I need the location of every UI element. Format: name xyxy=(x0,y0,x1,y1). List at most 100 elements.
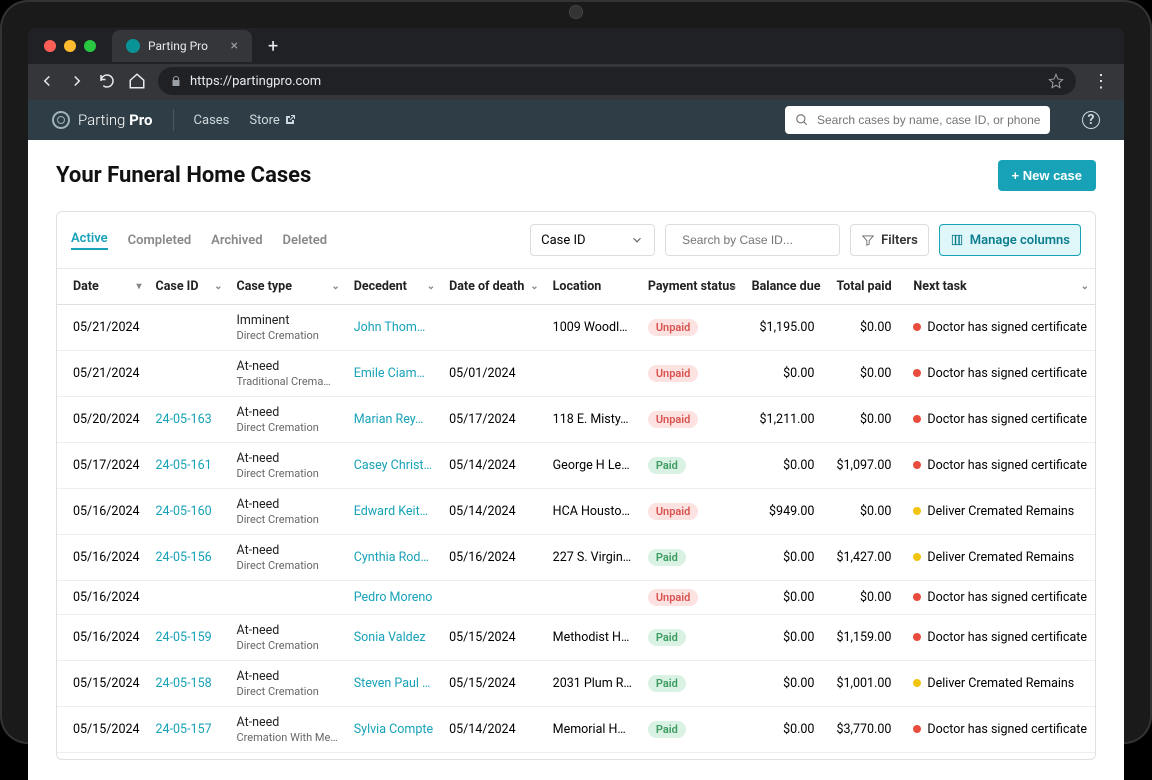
nav-store-label: Store xyxy=(249,113,279,128)
nav-store[interactable]: Store xyxy=(249,113,295,128)
new-case-button[interactable]: + New case xyxy=(998,160,1096,191)
cell-decedent: Pedro Moreno xyxy=(346,581,441,615)
window-close-icon[interactable] xyxy=(44,40,56,52)
filters-button[interactable]: Filters xyxy=(850,224,929,256)
decedent-link[interactable]: Marian Rey… xyxy=(354,412,424,427)
th-location[interactable]: Location xyxy=(545,269,640,305)
global-search-input[interactable] xyxy=(817,113,1040,127)
table-row[interactable]: 05/16/202424-05-159At-needDirect Cremati… xyxy=(57,615,1095,661)
table-row[interactable]: 05/14/202424-05-163At-needDirect Cremati… xyxy=(57,753,1095,760)
th-date-of-death[interactable]: Date of death⌄ xyxy=(441,269,545,305)
cell-date: 05/14/2024 xyxy=(57,753,148,760)
reload-icon[interactable] xyxy=(98,72,116,90)
brand-logo[interactable]: Parting Pro xyxy=(52,111,153,129)
window-minimize-icon[interactable] xyxy=(64,40,76,52)
table-search-input[interactable] xyxy=(682,233,837,247)
cell-balance: $0.00 xyxy=(744,535,829,581)
overflow-menu-icon[interactable]: ⋮ xyxy=(1088,71,1114,92)
global-search[interactable] xyxy=(785,106,1050,134)
home-icon[interactable] xyxy=(128,72,146,90)
case-id-link[interactable]: 24-05-161 xyxy=(156,458,212,473)
decedent-link[interactable]: Emile Ciam… xyxy=(354,366,425,381)
case-id-link[interactable]: 24-05-157 xyxy=(156,722,212,737)
forward-icon[interactable] xyxy=(68,72,86,90)
cell-balance: $0.00 xyxy=(744,707,829,753)
cell-case-id: 24-05-159 xyxy=(148,615,229,661)
cell-balance: $1,211.00 xyxy=(744,397,829,443)
table-row[interactable]: 05/15/202424-05-157At-needCremation With… xyxy=(57,707,1095,753)
cell-death: 05/15/2024 xyxy=(441,615,545,661)
search-field-select[interactable]: Case ID xyxy=(530,224,655,256)
window-maximize-icon[interactable] xyxy=(84,40,96,52)
priority-dot-icon xyxy=(913,553,921,561)
case-subtype: Direct Cremation xyxy=(237,559,338,572)
device-camera-dot xyxy=(570,6,582,18)
manage-columns-button[interactable]: Manage columns xyxy=(939,224,1081,256)
th-decedent[interactable]: Decedent⌄ xyxy=(346,269,441,305)
address-bar[interactable]: https://partingpro.com xyxy=(158,67,1076,95)
cell-case-id: 24-05-163 xyxy=(148,753,229,760)
nav-cases[interactable]: Cases xyxy=(194,113,230,128)
status-badge: Paid xyxy=(648,629,686,646)
priority-dot-icon xyxy=(913,633,921,641)
case-id-link[interactable]: 24-05-158 xyxy=(156,676,212,691)
cell-date: 05/15/2024 xyxy=(57,707,148,753)
th-case-id[interactable]: Case ID⌄ xyxy=(148,269,229,305)
back-icon[interactable] xyxy=(38,72,56,90)
table-row[interactable]: 05/16/2024Pedro MorenoUnpaid$0.00$0.00Do… xyxy=(57,581,1095,615)
case-id-link[interactable]: 24-05-156 xyxy=(156,550,212,565)
decedent-link[interactable]: John Thom… xyxy=(354,320,425,335)
table-row[interactable]: 05/17/202424-05-161At-needDirect Cremati… xyxy=(57,443,1095,489)
status-badge: Paid xyxy=(648,457,686,474)
tab-active[interactable]: Active xyxy=(71,231,108,250)
cell-case-type: At-needDirect Cremation xyxy=(229,443,346,489)
tab-completed[interactable]: Completed xyxy=(128,233,192,248)
table-row[interactable]: 05/15/202424-05-158At-needDirect Cremati… xyxy=(57,661,1095,707)
th-total-paid[interactable]: Total paid xyxy=(828,269,905,305)
th-payment-status[interactable]: Payment status⌄ xyxy=(640,269,744,305)
th-case-type[interactable]: Case type⌄ xyxy=(229,269,346,305)
tab-archived[interactable]: Archived xyxy=(211,233,262,248)
cell-date: 05/15/2024 xyxy=(57,661,148,707)
table-row[interactable]: 05/20/202424-05-163At-needDirect Cremati… xyxy=(57,397,1095,443)
th-balance[interactable]: Balance due xyxy=(744,269,829,305)
case-id-link[interactable]: 24-05-163 xyxy=(156,412,212,427)
table-row[interactable]: 05/21/2024ImminentDirect CremationJohn T… xyxy=(57,305,1095,351)
help-icon[interactable]: ? xyxy=(1082,111,1100,129)
bookmark-star-icon[interactable] xyxy=(1048,73,1064,89)
decedent-link[interactable]: Casey Christ… xyxy=(354,458,432,473)
table-row[interactable]: 05/21/2024At-needTraditional Crema…Emile… xyxy=(57,351,1095,397)
decedent-link[interactable]: Pedro Moreno xyxy=(354,590,433,605)
status-badge: Paid xyxy=(648,675,686,692)
new-tab-button[interactable]: + xyxy=(260,36,286,57)
case-id-link[interactable]: 24-05-159 xyxy=(156,630,212,645)
decedent-link[interactable]: Cynthia Rod… xyxy=(354,550,429,565)
browser-tab[interactable]: Parting Pro × xyxy=(112,30,252,62)
status-badge: Unpaid xyxy=(648,411,699,428)
cell-case-id: 24-05-157 xyxy=(148,707,229,753)
table-row[interactable]: 05/16/202424-05-156At-needDirect Cremati… xyxy=(57,535,1095,581)
table-row[interactable]: 05/16/202424-05-160At-needDirect Cremati… xyxy=(57,489,1095,535)
decedent-link[interactable]: Edward Keit… xyxy=(354,504,428,519)
tab-deleted[interactable]: Deleted xyxy=(283,233,328,248)
cell-case-type: At-needDirect Cremation xyxy=(229,615,346,661)
decedent-link[interactable]: Sonia Valdez xyxy=(354,630,426,645)
cell-case-type: At-needDirect Cremation xyxy=(229,535,346,581)
table-search[interactable] xyxy=(665,224,840,256)
cell-case-type: ImminentDirect Cremation xyxy=(229,305,346,351)
th-next-task[interactable]: Next task⌄ xyxy=(905,269,1095,305)
cell-decedent: Edward Keit… xyxy=(346,489,441,535)
cell-decedent: Sonia Valdez xyxy=(346,615,441,661)
th-date[interactable]: Date▾ xyxy=(57,269,148,305)
cell-decedent: Steven Paul … xyxy=(346,661,441,707)
close-tab-icon[interactable]: × xyxy=(231,38,238,54)
decedent-link[interactable]: Sylvia Compte xyxy=(354,722,433,737)
cell-next-task: Doctor has signed certificate xyxy=(905,581,1095,615)
case-type: At-need xyxy=(237,451,280,466)
cell-case-id: 24-05-156 xyxy=(148,535,229,581)
case-id-link[interactable]: 24-05-160 xyxy=(156,504,212,519)
cell-decedent: Marian Rey… xyxy=(346,397,441,443)
case-subtype: Cremation With Me… xyxy=(237,731,338,744)
cell-next-task: Doctor has signed certificate xyxy=(905,443,1095,489)
decedent-link[interactable]: Steven Paul … xyxy=(354,676,431,691)
